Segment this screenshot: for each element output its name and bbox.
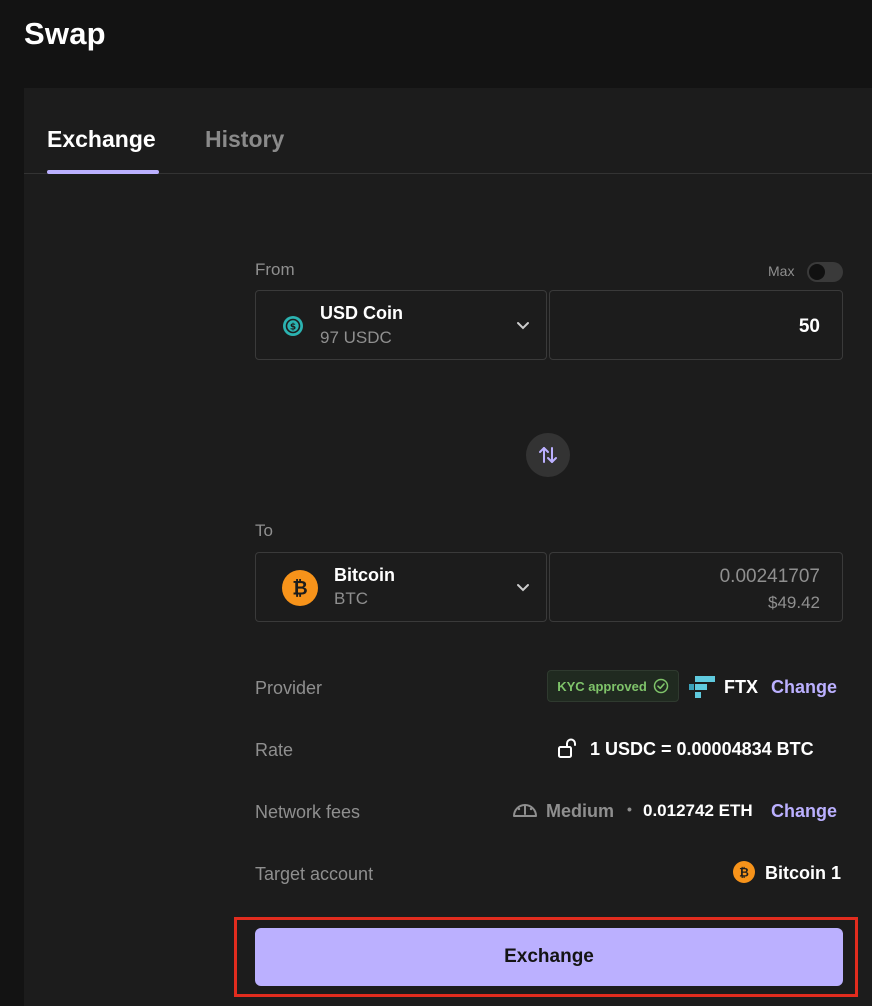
network-fees-label: Network fees [255, 802, 361, 822]
to-fiat-value: $49.42 [768, 593, 820, 612]
kyc-approved-badge: KYC approved [547, 670, 679, 702]
speedometer-icon [513, 804, 537, 817]
to-amount-value: 0.00241707 [719, 566, 820, 587]
from-coin-select[interactable]: $ USD Coin 97 USDC [255, 290, 547, 360]
check-circle-icon [653, 678, 669, 694]
exchange-button[interactable]: Exchange [255, 928, 843, 986]
swap-arrows-icon [539, 447, 557, 463]
target-account-value: Bitcoin 1 [765, 863, 842, 883]
from-coin-name: USD Coin [320, 303, 403, 323]
from-amount-input[interactable]: 50 [549, 290, 843, 360]
fee-separator: • [627, 801, 632, 817]
network-fee-speed: Medium [546, 801, 615, 821]
tab-bar: Exchange History [24, 88, 872, 174]
rate-value: 1 USDC = 0.00004834 BTC [590, 739, 814, 759]
from-amount-value: 50 [798, 316, 820, 337]
reverse-swap-button[interactable] [526, 433, 570, 477]
provider-change-link[interactable]: Change [771, 677, 837, 698]
unlock-icon [558, 738, 576, 758]
max-label: Max [768, 263, 795, 279]
chevron-down-icon [517, 322, 529, 330]
tab-exchange[interactable]: Exchange [47, 126, 156, 153]
chevron-down-icon [517, 584, 529, 592]
usdc-icon: $ [283, 316, 303, 336]
target-account-label: Target account [255, 864, 374, 884]
from-coin-balance: 97 USDC [320, 328, 392, 347]
to-coin-ticker: BTC [334, 589, 368, 608]
ftx-logo-icon [689, 676, 715, 698]
to-amount-display: 0.00241707 $49.42 [549, 552, 843, 622]
tab-history[interactable]: History [205, 126, 284, 153]
svg-text:₿: ₿ [739, 866, 749, 880]
max-toggle[interactable] [807, 262, 843, 282]
bitcoin-icon: ₿ [282, 570, 318, 606]
max-toggle-knob [809, 264, 825, 280]
rate-label: Rate [255, 740, 294, 760]
to-coin-select[interactable]: ₿ Bitcoin BTC [255, 552, 547, 622]
to-label: To [255, 521, 273, 540]
svg-text:₿: ₿ [292, 578, 307, 600]
network-fee-change-link[interactable]: Change [771, 801, 837, 822]
active-tab-indicator [47, 170, 159, 174]
svg-text:$: $ [290, 323, 296, 333]
from-label: From [255, 260, 295, 279]
swap-panel: Exchange History From Max $ USD Coin 97 … [24, 88, 872, 1006]
kyc-badge-text: KYC approved [557, 678, 647, 694]
bitcoin-icon: ₿ [733, 861, 755, 883]
to-coin-name: Bitcoin [334, 565, 395, 585]
page-title: Swap [24, 16, 106, 51]
network-fee-value: 0.012742 ETH [643, 801, 753, 820]
provider-name: FTX [724, 677, 758, 697]
provider-label: Provider [255, 678, 323, 698]
